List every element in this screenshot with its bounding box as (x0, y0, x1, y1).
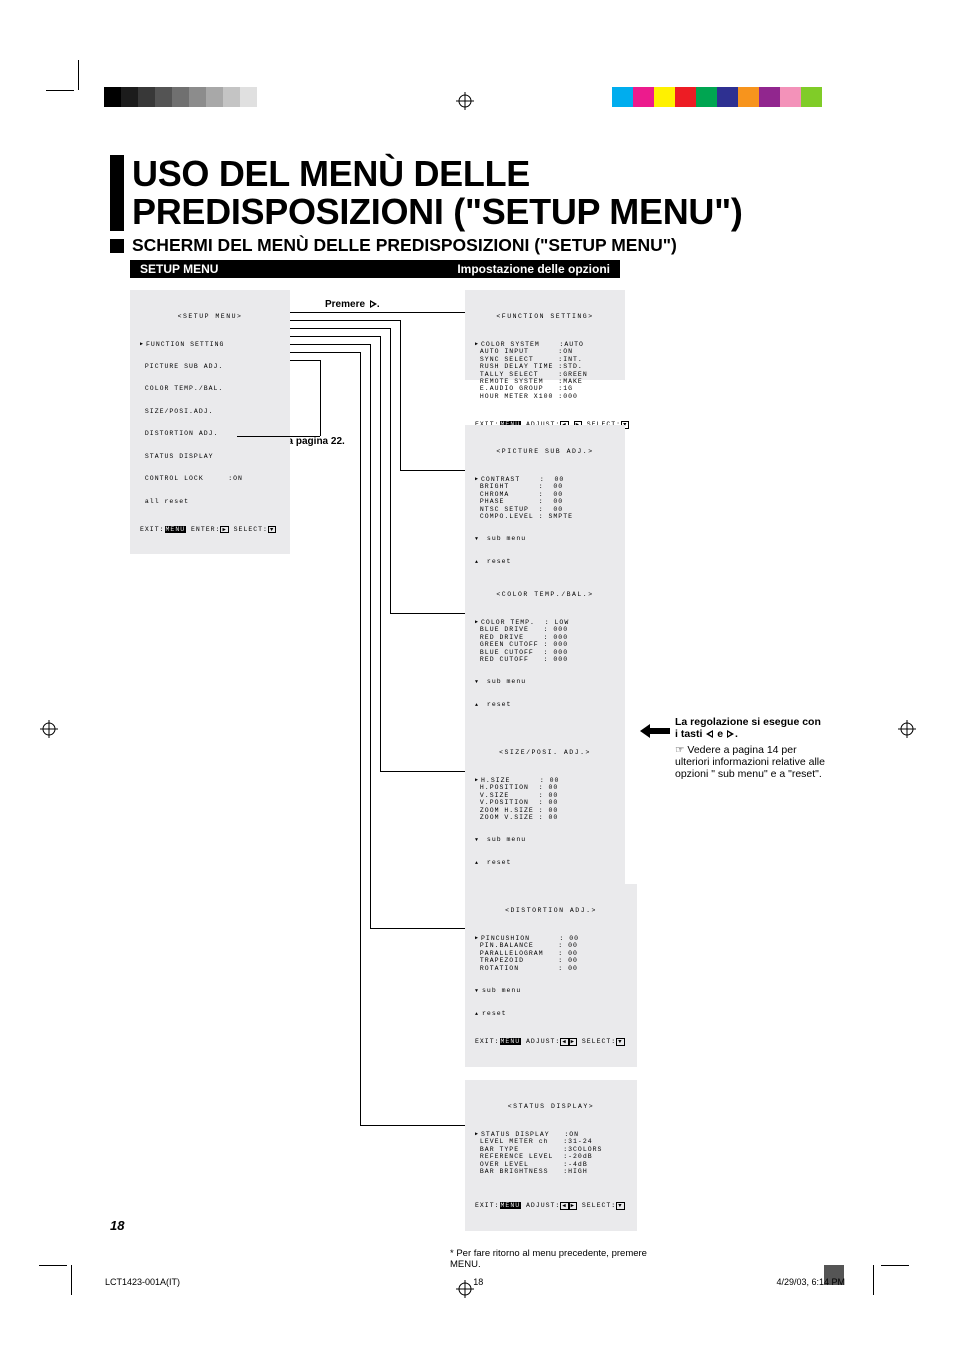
arrow-left-icon (640, 724, 670, 738)
menu-footer: EXIT:MENU ADJUST:◀▶ SELECT:▼ (475, 1202, 627, 1210)
section-header-bar: SETUP MENU Impostazione delle opzioni (130, 260, 620, 278)
title-block: USO DEL MENÙ DELLE PREDISPOSIZIONI ("SET… (110, 155, 830, 231)
grayscale-strip (104, 87, 274, 107)
menu-diagram: Premere . ☞Vedere a pagina 22. <SETUP ME… (110, 290, 830, 1310)
page: USO DEL MENÙ DELLE PREDISPOSIZIONI ("SET… (0, 0, 954, 1353)
status-display-box: <STATUS DISPLAY> STATUS DISPLAY :ON LEVE… (465, 1080, 637, 1231)
registration-mark (898, 720, 916, 738)
header-left: SETUP MENU (140, 262, 218, 276)
registration-mark (456, 92, 474, 110)
pointing-hand-icon: ☞ (675, 744, 684, 756)
distortion-adj-box: <DISTORTION ADJ.> PINCUSHION : 00 PIN.BA… (465, 884, 637, 1066)
footer-doc-id: LCT1423-001A(IT) (105, 1277, 180, 1287)
page-title: USO DEL MENÙ DELLE PREDISPOSIZIONI ("SET… (132, 155, 830, 231)
side-note: La regolazione si esegue con i tasti e .… (675, 716, 825, 780)
back-note: * Per fare ritorno al menu precedente, p… (450, 1248, 650, 1270)
menu-footer: EXIT:MENU ENTER:▶ SELECT:▼ (140, 526, 280, 534)
triangle-left-icon (706, 730, 713, 738)
menu-footer: EXIT:MENU ADJUST:◀▶ SELECT:▼ (475, 1038, 627, 1046)
bullet-square-icon (110, 239, 124, 253)
crop-mark (41, 1255, 81, 1295)
crop-mark (863, 1255, 903, 1295)
footer-page: 18 (473, 1277, 483, 1287)
triangle-right-icon (370, 300, 377, 308)
crop-mark (48, 60, 88, 100)
page-number: 18 (110, 1218, 124, 1233)
registration-mark (40, 720, 58, 738)
setup-menu-box: <SETUP MENU> FUNCTION SETTING PICTURE SU… (130, 290, 290, 554)
header-right: Impostazione delle opzioni (457, 262, 610, 276)
footer-timestamp: 4/29/03, 6:14 PM (776, 1277, 845, 1287)
function-setting-box: <FUNCTION SETTING> COLOR SYSTEM :AUTO AU… (465, 290, 625, 380)
press-label: Premere . (325, 299, 380, 310)
triangle-right-icon (727, 730, 734, 738)
print-footer: LCT1423-001A(IT) 18 4/29/03, 6:14 PM (105, 1277, 845, 1287)
content-area: USO DEL MENÙ DELLE PREDISPOSIZIONI ("SET… (110, 155, 830, 1310)
subtitle-row: SCHERMI DEL MENÙ DELLE PREDISPOSIZIONI (… (110, 235, 830, 256)
subtitle-text: SCHERMI DEL MENÙ DELLE PREDISPOSIZIONI (… (132, 235, 677, 256)
color-strip (612, 87, 822, 107)
